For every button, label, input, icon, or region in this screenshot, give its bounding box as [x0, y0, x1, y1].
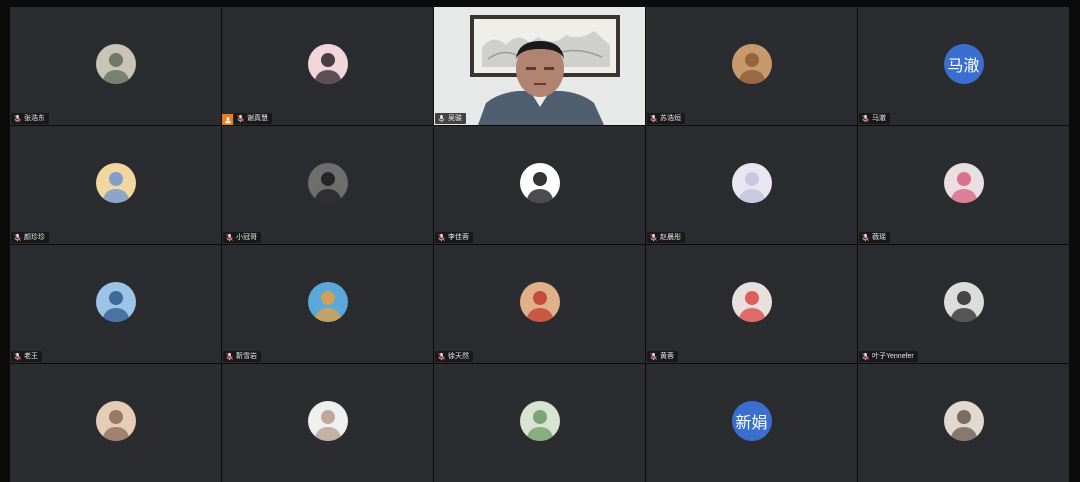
mic-muted-icon: [236, 114, 245, 123]
avatar: [731, 282, 772, 322]
participant-tile[interactable]: 赵晨彤: [646, 126, 857, 244]
video-grid: 张浩东 谢真慧 吴骏 苏浩烜 马澈 马澈 颜珍珍 小冠哥 李佳蓉 赵晨彤 薇瑶 老王 靳雪岩 徐天然 黄蓉叶…: [10, 7, 1069, 482]
participant-tile[interactable]: 李佳蓉: [434, 126, 645, 244]
mic-muted-icon: [861, 114, 870, 123]
participant-name-tag: 谢真慧: [234, 113, 272, 124]
participant-name-tag: 老王: [11, 351, 42, 362]
participant-tile[interactable]: 张浩东: [10, 7, 221, 125]
avatar: [307, 401, 348, 441]
participant-name-tag: 吴骏: [435, 113, 466, 124]
avatar: [943, 282, 984, 322]
participant-name-tag: 徐天然: [435, 351, 473, 362]
avatar: [95, 282, 136, 322]
mic-muted-icon: [649, 233, 658, 242]
avatar: [95, 401, 136, 441]
participant-tile[interactable]: 新娟: [646, 364, 857, 482]
avatar: [95, 163, 136, 203]
participant-tile[interactable]: 黄蓉: [646, 245, 857, 363]
participant-name: 叶子Yennefer: [872, 353, 914, 360]
participant-name: 赵晨彤: [660, 234, 681, 241]
participant-tile[interactable]: [434, 364, 645, 482]
avatar: 新娟: [731, 401, 772, 441]
participant-name: 徐天然: [448, 353, 469, 360]
mic-muted-icon: [437, 233, 446, 242]
screen-share-icon: [222, 114, 233, 125]
participant-name: 吴骏: [448, 115, 462, 122]
mic-muted-icon: [13, 114, 22, 123]
mic-muted-icon: [861, 233, 870, 242]
mic-icon: [437, 114, 446, 123]
participant-name-tag: 叶子Yennefer: [859, 351, 918, 362]
mic-muted-icon: [649, 114, 658, 123]
participant-name: 张浩东: [24, 115, 45, 122]
participant-tile[interactable]: 徐天然: [434, 245, 645, 363]
mic-muted-icon: [225, 233, 234, 242]
participant-name: 薇瑶: [872, 234, 886, 241]
participant-name-tag: 马澈: [859, 113, 890, 124]
avatar: [731, 163, 772, 203]
participant-name: 马澈: [872, 115, 886, 122]
mic-muted-icon: [437, 352, 446, 361]
avatar: [95, 44, 136, 84]
participant-tile[interactable]: 小冠哥: [222, 126, 433, 244]
participant-video: [434, 7, 645, 125]
participant-name: 李佳蓉: [448, 234, 469, 241]
participant-name: 老王: [24, 353, 38, 360]
participant-name: 谢真慧: [247, 115, 268, 122]
participant-name-tag: 薇瑶: [859, 232, 890, 243]
participant-name: 小冠哥: [236, 234, 257, 241]
participant-name-tag: 苏浩烜: [647, 113, 685, 124]
participant-name-tag: 黄蓉: [647, 351, 678, 362]
avatar: [519, 401, 560, 441]
participant-tile[interactable]: [10, 364, 221, 482]
participant-name-tag: 颜珍珍: [11, 232, 49, 243]
avatar: [519, 163, 560, 203]
participant-name: 苏浩烜: [660, 115, 681, 122]
participant-name: 黄蓉: [660, 353, 674, 360]
participant-tile[interactable]: 颜珍珍: [10, 126, 221, 244]
mic-muted-icon: [861, 352, 870, 361]
avatar: [307, 163, 348, 203]
participant-name: 靳雪岩: [236, 353, 257, 360]
participant-tile[interactable]: [858, 364, 1069, 482]
participant-tile[interactable]: 叶子Yennefer: [858, 245, 1069, 363]
avatar: [731, 44, 772, 84]
avatar: [307, 282, 348, 322]
participant-name-tag: 李佳蓉: [435, 232, 473, 243]
avatar: 马澈: [943, 44, 984, 84]
participant-name-tag: 张浩东: [11, 113, 49, 124]
participant-tile[interactable]: 老王: [10, 245, 221, 363]
participant-tile[interactable]: 薇瑶: [858, 126, 1069, 244]
participant-tile[interactable]: 马澈 马澈: [858, 7, 1069, 125]
participant-name-tag: 小冠哥: [223, 232, 261, 243]
avatar: [943, 163, 984, 203]
participant-name-tag: 赵晨彤: [647, 232, 685, 243]
participant-tile[interactable]: [222, 364, 433, 482]
mic-muted-icon: [649, 352, 658, 361]
participant-name: 颜珍珍: [24, 234, 45, 241]
avatar: [307, 44, 348, 84]
participant-name-tag: 靳雪岩: [223, 351, 261, 362]
participant-tile[interactable]: 谢真慧: [222, 7, 433, 125]
participant-tile[interactable]: 靳雪岩: [222, 245, 433, 363]
avatar: [519, 282, 560, 322]
mic-muted-icon: [13, 352, 22, 361]
mic-muted-icon: [225, 352, 234, 361]
participant-tile[interactable]: 苏浩烜: [646, 7, 857, 125]
participant-tile[interactable]: 吴骏: [434, 7, 645, 125]
avatar: [943, 401, 984, 441]
mic-muted-icon: [13, 233, 22, 242]
